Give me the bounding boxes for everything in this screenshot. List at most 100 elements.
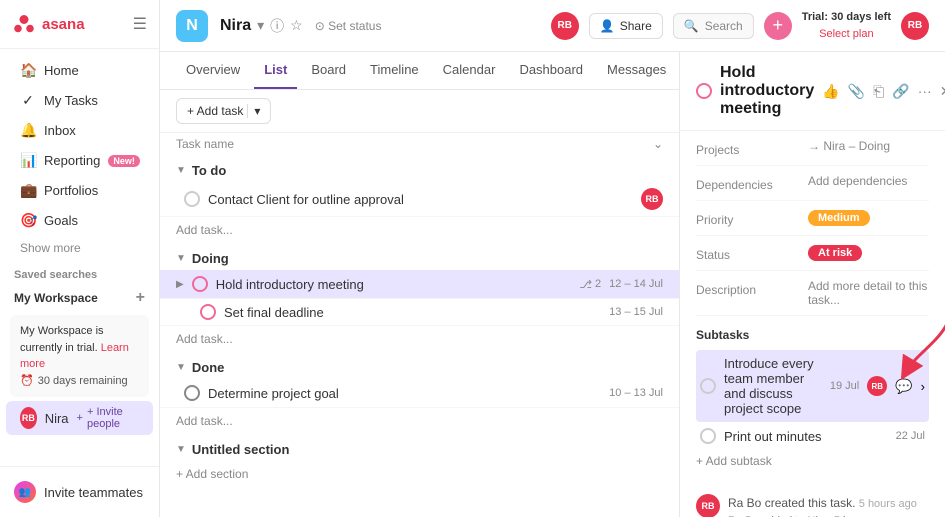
task-check-3[interactable] — [184, 385, 200, 401]
add-task-inline-doing[interactable]: Add task... — [160, 326, 679, 352]
tab-overview[interactable]: Overview — [176, 52, 250, 89]
task-check-1[interactable] — [184, 191, 200, 207]
close-icon[interactable]: ✕ — [940, 83, 945, 100]
sidebar-bottom: 👥 Invite teammates — [0, 466, 159, 517]
subtask-detail-date-1: 19 Jul — [830, 380, 859, 392]
projects-label: Projects — [696, 139, 796, 157]
link-icon[interactable]: 🔗 — [892, 83, 909, 100]
task-list-body: ▼ To do Contact Client for outline appro… — [160, 155, 679, 517]
add-task-button[interactable]: + Add task ▾ — [176, 98, 271, 124]
section-header-todo[interactable]: ▼ To do — [160, 155, 679, 182]
add-task-inline-done[interactable]: Add task... — [160, 408, 679, 434]
workspace-trial-box: My Workspace is currently in trial. Lear… — [10, 315, 149, 397]
dependencies-value[interactable]: Add dependencies — [808, 174, 929, 188]
task-row[interactable]: Contact Client for outline approval RB — [160, 182, 679, 217]
sidebar-item-inbox[interactable]: 🔔 Inbox — [6, 116, 153, 145]
trial-title-text: Trial: 30 days left — [802, 9, 891, 26]
tab-board[interactable]: Board — [301, 52, 356, 89]
add-icon: + — [772, 15, 783, 36]
tab-dashboard[interactable]: Dashboard — [509, 52, 593, 89]
section-header-doing[interactable]: ▼ Doing — [160, 243, 679, 270]
search-box[interactable]: 🔍 Search — [673, 13, 754, 39]
description-value[interactable]: Add more detail to this task... — [808, 279, 929, 307]
workspace-plus-icon[interactable]: + — [136, 289, 145, 307]
col-sort-icon[interactable]: ⌄ — [653, 137, 663, 151]
invite-teammates-label: Invite teammates — [44, 485, 143, 500]
subtask-detail-row-2[interactable]: Print out minutes 22 Jul — [696, 422, 929, 450]
section-header-untitled[interactable]: ▼ Untitled section — [160, 434, 679, 461]
trial-banner: Trial: 30 days left Select plan — [802, 9, 891, 42]
detail-header: Hold introductory meeting 👍 📎 ⎗ 🔗 ··· ✕ — [680, 52, 945, 131]
add-section-btn[interactable]: + Add section — [160, 461, 679, 487]
invite-people-inline[interactable]: + + Invite people — [77, 406, 139, 430]
subtask-detail-row-1[interactable]: Introduce every team member and discuss … — [696, 350, 929, 422]
sidebar-item-goals[interactable]: 🎯 Goals — [6, 206, 153, 235]
tab-calendar[interactable]: Calendar — [433, 52, 506, 89]
sidebar-item-home[interactable]: 🏠 Home — [6, 56, 153, 85]
activity-log-1: Ra Bo added to Nira. 5 hours ago — [728, 513, 929, 517]
task-expand-icon-2[interactable]: ▶ — [176, 279, 184, 290]
subtasks-label: Subtasks — [696, 324, 929, 350]
add-circle-button[interactable]: + — [764, 12, 792, 40]
set-status-button[interactable]: ⊙ Set status — [315, 19, 382, 33]
project-chevron-icon[interactable]: ▾ — [257, 17, 264, 34]
select-plan-link[interactable]: Select plan — [802, 26, 891, 43]
detail-task-check[interactable] — [696, 83, 712, 99]
info-icon[interactable]: ⓘ — [270, 16, 284, 36]
reporting-new-badge: New! — [108, 155, 140, 167]
copy-link-icon[interactable]: ⎗ — [873, 83, 884, 100]
attachment-icon[interactable]: 📎 — [848, 83, 865, 100]
star-icon[interactable]: ☆ — [290, 17, 303, 34]
tab-messages[interactable]: Messages — [597, 52, 676, 89]
section-header-done[interactable]: ▼ Done — [160, 352, 679, 379]
projects-value[interactable]: → Nira – Doing — [808, 139, 929, 153]
plus-people-icon: + — [77, 412, 83, 424]
detail-body: Projects → Nira – Doing Dependencies Add… — [680, 131, 945, 517]
subtask-comment-icon[interactable]: 💬 — [895, 378, 912, 395]
activity-creator: Ra Bo — [728, 496, 761, 510]
subtask-chevron-icon[interactable]: › — [921, 379, 925, 394]
subtask-row[interactable]: Set final deadline 13 – 15 Jul — [160, 299, 679, 326]
subtask-badge: ⎇ 2 — [579, 278, 601, 291]
subtask-detail-assignee-1: RB — [867, 376, 887, 396]
add-task-inline-todo[interactable]: Add task... — [160, 217, 679, 243]
task-check-2[interactable] — [192, 276, 208, 292]
more-icon[interactable]: ··· — [918, 83, 932, 99]
days-remaining-text: 30 days remaining — [38, 373, 128, 390]
invite-teammates-item[interactable]: 👥 Invite teammates — [0, 475, 159, 509]
add-task-dropdown-icon[interactable]: ▾ — [247, 104, 260, 118]
reporting-icon: 📊 — [20, 152, 36, 169]
tab-timeline[interactable]: Timeline — [360, 52, 429, 89]
search-icon: 🔍 — [684, 19, 699, 33]
sidebar-item-reporting[interactable]: 📊 Reporting New! — [6, 146, 153, 175]
status-badge[interactable]: At risk — [808, 245, 862, 261]
topbar: N Nira ▾ ⓘ ☆ ⊙ Set status RB 👤 Share 🔍 S… — [160, 0, 945, 52]
subtask-check-1[interactable] — [700, 378, 716, 394]
show-more-link[interactable]: Show more — [6, 237, 153, 259]
sidebar-item-my-tasks[interactable]: ✓ My Tasks — [6, 86, 153, 115]
add-subtask-button[interactable]: + Add subtask — [696, 450, 929, 472]
section-label-todo: To do — [192, 163, 226, 178]
share-button[interactable]: 👤 Share — [589, 13, 663, 39]
thumbs-up-icon[interactable]: 👍 — [822, 83, 839, 100]
subtask-check-2[interactable] — [700, 428, 716, 444]
task-row-active[interactable]: ▶ Hold introductory meeting ⎇ 2 12 – 14 … — [160, 270, 679, 299]
workspace-trial-text: My Workspace is currently in trial. Lear… — [20, 323, 139, 373]
detail-panel: Hold introductory meeting 👍 📎 ⎗ 🔗 ··· ✕ … — [680, 52, 945, 517]
asana-logo[interactable]: asana — [12, 12, 85, 36]
section-label-doing: Doing — [192, 251, 229, 266]
sidebar-my-tasks-label: My Tasks — [44, 93, 139, 108]
task-panel: Overview List Board Timeline Calendar Da… — [160, 52, 680, 517]
share-icon: 👤 — [600, 19, 615, 33]
detail-field-priority: Priority Medium — [696, 201, 929, 236]
hamburger-icon[interactable]: ☰ — [133, 14, 147, 34]
invite-people-label: + Invite people — [87, 406, 139, 430]
sidebar-project-nira[interactable]: RB Nira + + Invite people — [6, 401, 153, 435]
sidebar-item-portfolios[interactable]: 💼 Portfolios — [6, 176, 153, 205]
sidebar-logo-area: asana ☰ — [0, 0, 159, 49]
task-row-done[interactable]: Determine project goal 10 – 13 Jul — [160, 379, 679, 408]
priority-badge[interactable]: Medium — [808, 210, 870, 226]
main-content: N Nira ▾ ⓘ ☆ ⊙ Set status RB 👤 Share 🔍 S… — [160, 0, 945, 517]
tab-list[interactable]: List — [254, 52, 297, 89]
subtask-check-inline[interactable] — [200, 304, 216, 320]
